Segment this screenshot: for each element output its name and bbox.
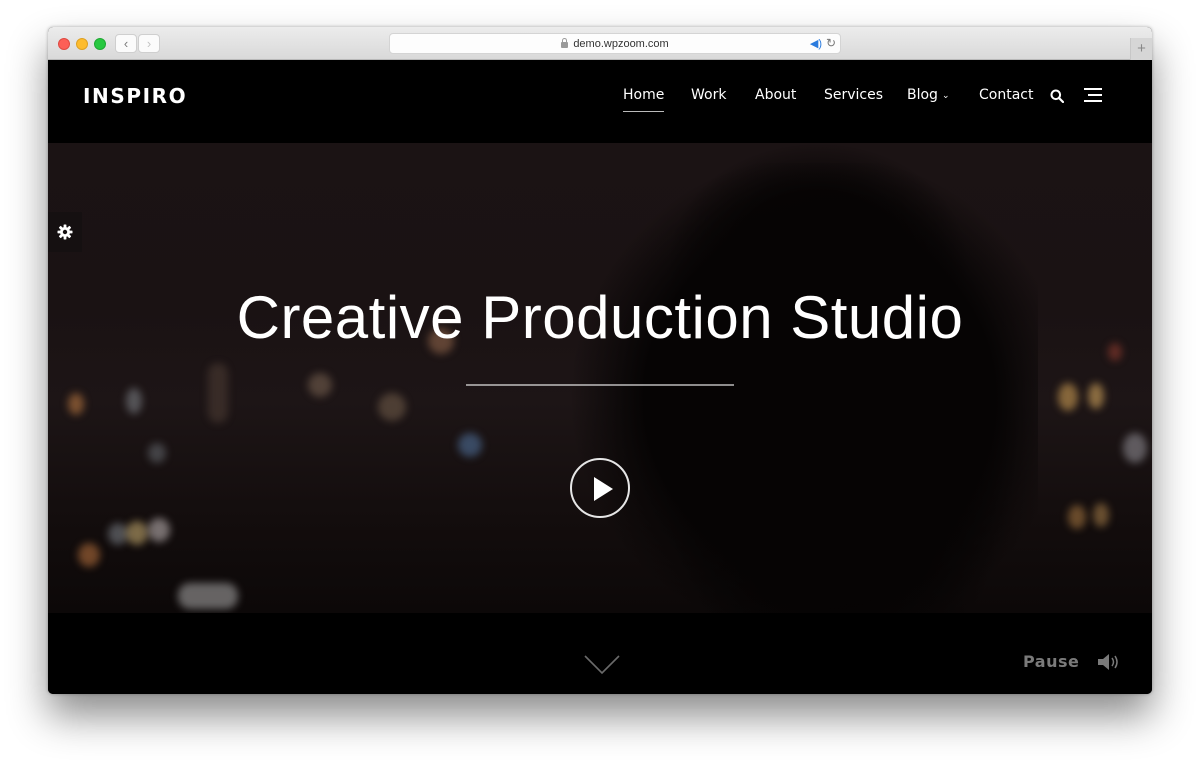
volume-icon[interactable] <box>1097 653 1121 671</box>
browser-window: ‹ › demo.wpzoom.com ◀) ↻ + INSPIRO Home … <box>48 27 1152 694</box>
settings-button[interactable] <box>48 212 82 252</box>
site-header: INSPIRO Home Work About Services Blog ⌄ C… <box>48 60 1152 143</box>
nav-blog[interactable]: Blog ⌄ <box>907 87 950 103</box>
nav-blog-label: Blog <box>907 87 938 103</box>
lock-icon <box>561 37 569 48</box>
play-video-button[interactable] <box>570 458 630 518</box>
back-button[interactable]: ‹ <box>115 34 137 53</box>
audio-playing-icon[interactable]: ◀) <box>810 37 822 50</box>
browser-toolbar: ‹ › demo.wpzoom.com ◀) ↻ + <box>48 27 1152 60</box>
scroll-down-chevron-icon[interactable] <box>584 655 620 675</box>
address-bar[interactable]: demo.wpzoom.com ◀) ↻ <box>389 33 841 54</box>
nav-home[interactable]: Home <box>623 87 665 112</box>
nav-contact[interactable]: Contact <box>979 87 1033 103</box>
site-logo[interactable]: INSPIRO <box>83 84 187 108</box>
hero-divider <box>466 384 734 386</box>
new-tab-button[interactable]: + <box>1130 38 1152 60</box>
chevron-left-icon: ‹ <box>123 36 129 51</box>
search-icon[interactable] <box>1050 89 1064 103</box>
gear-icon <box>57 224 73 240</box>
nav-work[interactable]: Work <box>691 87 726 103</box>
pause-video-button[interactable]: Pause <box>1023 652 1079 671</box>
chevron-down-icon: ⌄ <box>941 91 950 101</box>
nav-services[interactable]: Services <box>824 87 883 103</box>
zoom-window-button[interactable] <box>94 38 106 50</box>
reload-icon[interactable]: ↻ <box>826 36 836 50</box>
person-silhouette <box>518 163 1038 613</box>
forward-button[interactable]: › <box>138 34 160 53</box>
url-text: demo.wpzoom.com <box>573 37 669 50</box>
chevron-right-icon: › <box>146 36 152 51</box>
hero-controls-bar: Pause <box>48 613 1152 694</box>
nav-about[interactable]: About <box>755 87 796 103</box>
close-window-button[interactable] <box>58 38 70 50</box>
hero-title: Creative Production Studio <box>236 284 964 351</box>
hamburger-menu-icon[interactable] <box>1084 87 1104 103</box>
minimize-window-button[interactable] <box>76 38 88 50</box>
hero-video-section: Creative Production Studio <box>48 143 1152 613</box>
